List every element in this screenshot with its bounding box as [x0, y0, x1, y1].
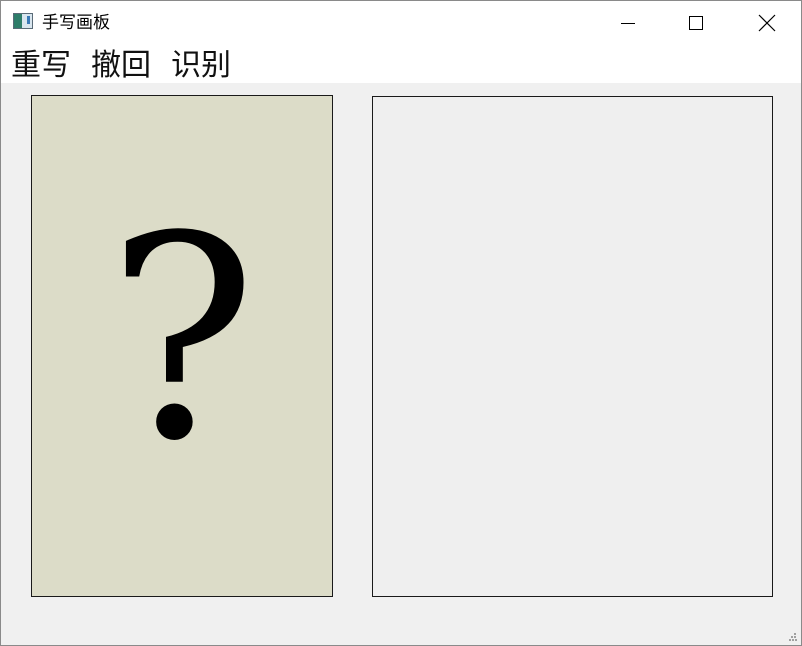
close-button[interactable]	[733, 1, 801, 45]
window-title: 手写画板	[42, 13, 110, 33]
maximize-icon	[689, 16, 703, 30]
menu-bar: 重写 撤回 识别	[1, 45, 801, 83]
recognition-result-panel: ?	[31, 95, 333, 597]
app-icon	[13, 13, 33, 29]
app-window: 手写画板 重写 撤回 识别 ?	[0, 0, 802, 646]
handwriting-canvas[interactable]	[372, 96, 773, 597]
minimize-button[interactable]	[594, 1, 662, 45]
maximize-button[interactable]	[662, 1, 730, 45]
close-icon	[758, 14, 776, 32]
client-area: ?	[1, 83, 801, 645]
menu-recognize[interactable]: 识别	[171, 48, 231, 84]
menu-undo[interactable]: 撤回	[91, 48, 151, 84]
size-grip-icon[interactable]	[789, 633, 797, 641]
result-character: ?	[106, 177, 258, 503]
menu-rewrite[interactable]: 重写	[11, 48, 71, 84]
title-bar[interactable]: 手写画板	[1, 1, 801, 45]
minimize-icon	[621, 23, 635, 24]
